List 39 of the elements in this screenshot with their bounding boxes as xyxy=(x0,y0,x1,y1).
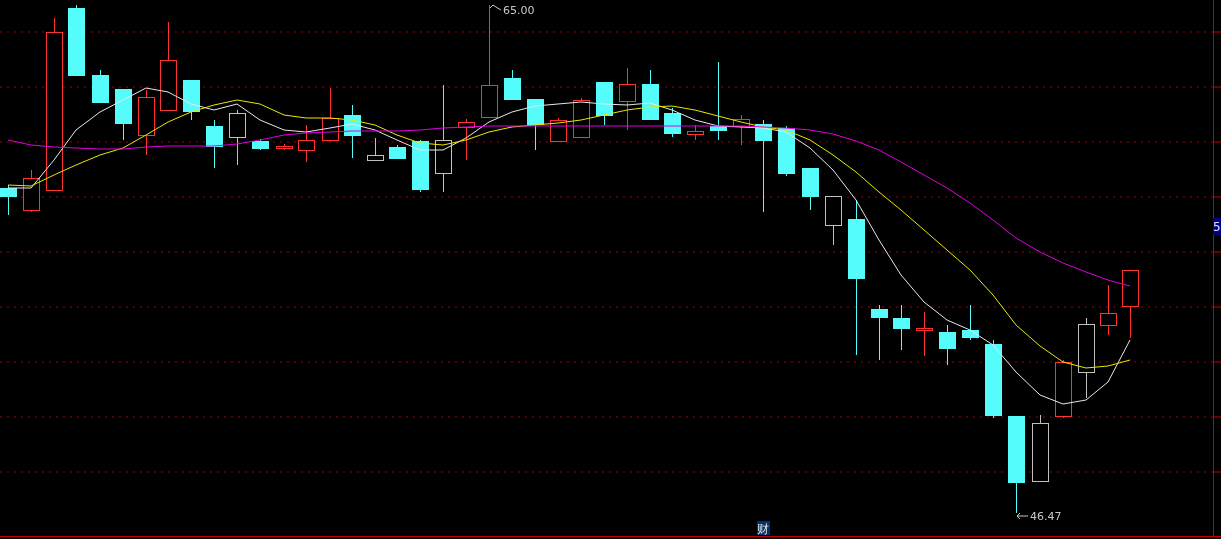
candlestick xyxy=(206,119,223,169)
candlestick xyxy=(412,139,429,193)
candlestick xyxy=(0,184,17,216)
candlestick xyxy=(1055,359,1072,419)
candlestick xyxy=(893,304,910,351)
price-axis-label: 5 xyxy=(1213,218,1221,235)
candlestick xyxy=(802,167,819,211)
candlestick xyxy=(68,4,85,76)
candlestick xyxy=(183,79,200,121)
candlestick xyxy=(344,104,361,159)
candlestick xyxy=(367,137,384,161)
candlestick xyxy=(687,124,704,141)
candlestick xyxy=(458,118,475,161)
candlestick xyxy=(138,89,155,156)
candlestick xyxy=(619,67,636,131)
candlestick xyxy=(504,69,521,101)
candlestick xyxy=(778,125,795,177)
candlestick xyxy=(23,169,40,213)
candlestick xyxy=(596,81,613,126)
candlestick xyxy=(298,124,315,163)
candlestick xyxy=(252,138,269,151)
candlestick xyxy=(642,69,659,121)
candlestick xyxy=(527,98,544,151)
candlestick xyxy=(664,107,681,138)
candlestick xyxy=(322,87,339,141)
candlestick xyxy=(389,144,406,159)
candlestick xyxy=(92,69,109,103)
candlestick xyxy=(733,114,750,146)
candlestick xyxy=(229,109,246,166)
candlestick xyxy=(871,304,888,361)
candlestick xyxy=(939,324,956,366)
candlestick xyxy=(1122,269,1139,339)
candlestick xyxy=(1032,414,1049,482)
candlestick xyxy=(115,88,132,141)
finance-marker[interactable]: 财 xyxy=(757,521,770,536)
candlestick xyxy=(825,195,842,246)
candlestick xyxy=(916,311,933,357)
candlestick xyxy=(962,304,979,341)
candlestick xyxy=(1100,284,1117,336)
